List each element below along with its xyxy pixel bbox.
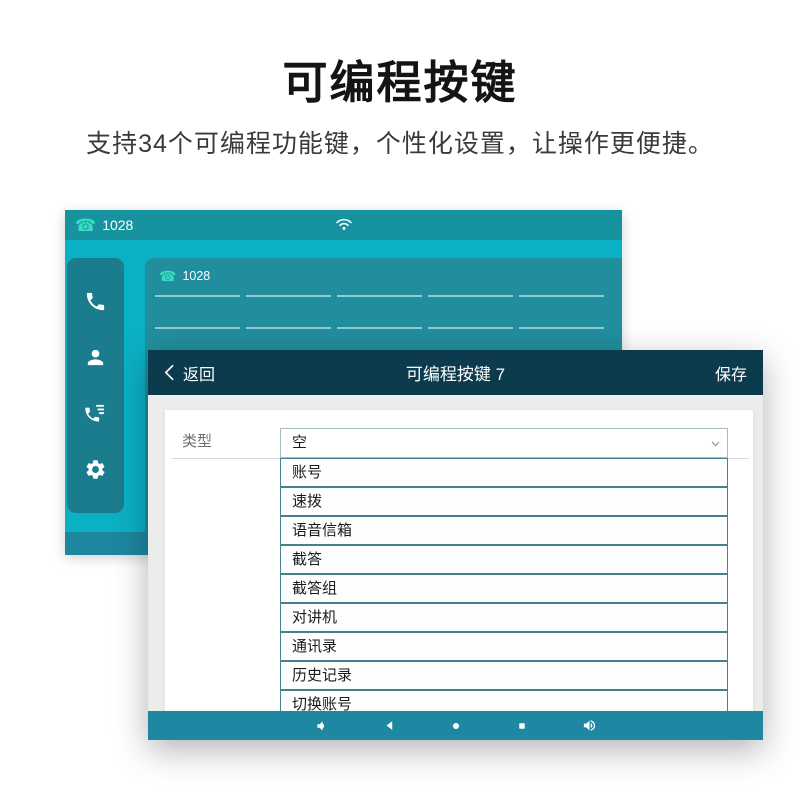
gear-icon <box>84 458 107 481</box>
sidebar-item-contacts[interactable] <box>67 346 124 369</box>
page: 可编程按键 支持34个可编程功能键，个性化设置，让操作更便捷。 ☎ 1028 <box>0 0 800 800</box>
type-select[interactable]: 空 <box>280 428 728 458</box>
key-slot-line <box>519 295 604 297</box>
option-account[interactable]: 账号 <box>280 458 728 487</box>
option-pickup[interactable]: 截答 <box>280 545 728 574</box>
phone-icon: ☎ <box>159 269 176 283</box>
key-slot-line <box>246 327 331 329</box>
option-voicemail[interactable]: 语音信箱 <box>280 516 728 545</box>
back-button[interactable]: 返回 <box>164 361 215 385</box>
sidebar-item-settings[interactable] <box>67 458 124 481</box>
key-slot-line <box>428 295 513 297</box>
option-intercom[interactable]: 对讲机 <box>280 603 728 632</box>
nav-back-button[interactable] <box>383 719 396 732</box>
type-select-value: 空 <box>281 429 727 457</box>
key-slot-line <box>519 327 604 329</box>
volume-up-icon <box>582 718 597 733</box>
call-history-icon <box>84 402 107 425</box>
option-speed-dial[interactable]: 速拨 <box>280 487 728 516</box>
option-switch-account[interactable]: 切换账号 <box>280 690 728 711</box>
contact-icon <box>84 346 107 369</box>
chevron-left-icon <box>164 364 174 381</box>
phone-icon: ☎ <box>75 217 96 234</box>
key-slot-line <box>155 295 240 297</box>
wifi-icon <box>334 216 353 231</box>
screen-title: 可编程按键 7 <box>148 360 763 385</box>
nav-home-button[interactable] <box>450 720 462 732</box>
nav-recents-button[interactable] <box>516 720 528 732</box>
key-slot-line <box>246 295 331 297</box>
type-label: 类型 <box>182 430 212 451</box>
home-circle-icon <box>450 720 462 732</box>
option-history[interactable]: 历史记录 <box>280 661 728 690</box>
key-slot-line <box>337 295 422 297</box>
key-slot-row <box>155 327 604 329</box>
status-bar: ☎ 1028 <box>65 210 622 240</box>
volume-down-button[interactable] <box>315 719 329 733</box>
type-options-list: 账号 速拨 语音信箱 截答 截答组 对讲机 通讯录 历史记录 切换账号 <box>280 458 728 711</box>
chevron-down-icon <box>711 441 720 447</box>
phone-sidebar <box>67 258 124 513</box>
page-subtitle: 支持34个可编程功能键，个性化设置，让操作更便捷。 <box>0 124 800 160</box>
dss-account-header: ☎ 1028 <box>145 258 622 283</box>
key-slot-line <box>155 327 240 329</box>
back-triangle-icon <box>383 719 396 732</box>
volume-up-button[interactable] <box>582 718 597 733</box>
key-slot-row <box>155 295 604 297</box>
recents-square-icon <box>516 720 528 732</box>
sidebar-item-dialer[interactable] <box>67 290 124 313</box>
android-navbar <box>148 711 763 740</box>
sidebar-item-call-history[interactable] <box>67 402 124 425</box>
home-account-number: 1028 <box>182 269 210 283</box>
option-pickup-group[interactable]: 截答组 <box>280 574 728 603</box>
programmable-key-screen: 返回 可编程按键 7 保存 类型 空 账号 速拨 语音信箱 截答 <box>148 350 763 740</box>
volume-down-icon <box>315 719 329 733</box>
status-account-number: 1028 <box>102 217 133 233</box>
save-button[interactable]: 保存 <box>715 361 747 385</box>
settings-header: 返回 可编程按键 7 保存 <box>148 350 763 395</box>
key-slot-line <box>337 327 422 329</box>
page-title: 可编程按键 <box>0 46 800 111</box>
handset-icon <box>84 290 107 313</box>
settings-body: 类型 空 账号 速拨 语音信箱 截答 截答组 对讲机 通讯录 历史记录 切 <box>148 395 763 711</box>
back-button-label: 返回 <box>183 361 215 385</box>
option-contacts[interactable]: 通讯录 <box>280 632 728 661</box>
key-slot-line <box>428 327 513 329</box>
